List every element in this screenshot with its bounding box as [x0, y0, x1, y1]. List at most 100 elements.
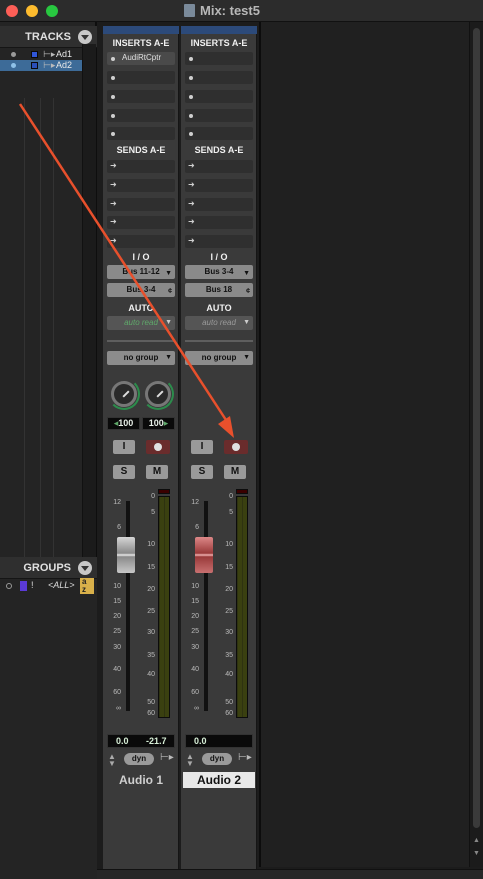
input-monitor-button[interactable]: I — [113, 440, 135, 454]
send-arrow-icon: ➜ — [110, 236, 117, 245]
input-selector[interactable]: Bus 3-4 ▼ — [185, 265, 253, 279]
insert-slot-e[interactable] — [107, 127, 175, 140]
group-selector[interactable]: no group ▼ — [107, 351, 175, 365]
volume-value: 0.0 — [116, 736, 129, 746]
tracks-title: TRACKS — [25, 31, 71, 43]
dyn-button[interactable]: dyn — [202, 753, 232, 765]
divider — [40, 98, 41, 568]
volume-display[interactable]: 0.0 -21.7 — [107, 734, 175, 748]
fader-tick: 30 — [113, 644, 121, 651]
meter-tick: 50 — [147, 699, 155, 706]
meter-scale: 0 5 10 15 20 25 30 35 40 50 60 — [141, 493, 155, 723]
input-selector[interactable]: Bus 11-12 ▼ — [107, 265, 175, 279]
updown-arrows-icon[interactable]: ▲ ▼ — [108, 753, 116, 768]
strip-color-bar — [103, 26, 179, 34]
waveform-output-icon: ⊢▸ — [160, 752, 174, 763]
pan-right-display[interactable]: 100▸ — [142, 417, 175, 430]
insert-slot-a[interactable] — [185, 52, 253, 65]
insert-slot-c[interactable] — [107, 90, 175, 103]
scrollbar-thumb[interactable] — [473, 28, 480, 828]
output-selector[interactable]: Bus 18 ¢ — [185, 283, 253, 297]
volume-fader-track[interactable] — [204, 501, 208, 711]
minimize-window-button[interactable] — [26, 5, 38, 17]
send-slot-a[interactable]: ➜ — [107, 160, 175, 173]
mixer-strip-audio-2: INSERTS A-E SENDS A-E ➜ ➜ ➜ ➜ ➜ I / O Bu… — [181, 26, 257, 871]
tracks-scrollbar[interactable] — [82, 44, 96, 572]
left-panel: TRACKS ⊢▸ Ad1 ⊢▸ Ad2 GROUPS ! <ALL> az — [0, 22, 97, 879]
updown-arrows-icon[interactable]: ▲ ▼ — [186, 753, 194, 768]
track-show-icon[interactable] — [31, 51, 38, 58]
track-list-item-ad2[interactable]: ⊢▸ Ad2 — [0, 60, 82, 71]
fader-tick: 15 — [113, 598, 121, 605]
track-name-field[interactable]: Audio 1 — [105, 772, 177, 788]
automation-mode-selector[interactable]: auto read ▼ — [107, 316, 175, 330]
send-slot-c[interactable]: ➜ — [107, 198, 175, 211]
send-slot-b[interactable]: ➜ — [107, 179, 175, 192]
send-slot-a[interactable]: ➜ — [185, 160, 253, 173]
mute-button[interactable]: M — [146, 465, 168, 479]
scroll-down-icon[interactable]: ▼ — [473, 850, 480, 857]
insert-slot-d[interactable] — [107, 109, 175, 122]
dyn-button[interactable]: dyn — [124, 753, 154, 765]
scroll-up-icon[interactable]: ▲ — [473, 837, 480, 844]
send-arrow-icon: ➜ — [188, 199, 195, 208]
slot-dot-icon — [111, 57, 115, 61]
solo-button[interactable]: S — [113, 465, 135, 479]
vertical-scrollbar[interactable]: ▲ ▼ — [469, 22, 483, 867]
send-slot-c[interactable]: ➜ — [185, 198, 253, 211]
slot-dot-icon — [111, 132, 115, 136]
fader-tick: 10 — [113, 583, 121, 590]
record-enable-button[interactable] — [224, 440, 248, 454]
inserts-title: INSERTS A-E — [112, 38, 170, 48]
meter-clip-indicator[interactable] — [158, 489, 170, 494]
solo-button[interactable]: S — [191, 465, 213, 479]
pan-knob-left[interactable] — [111, 381, 137, 407]
insert-slot-c[interactable] — [185, 90, 253, 103]
meter-clip-indicator[interactable] — [236, 489, 248, 494]
horizontal-scrollbar[interactable] — [97, 869, 483, 879]
dropdown-icon: ▼ — [165, 319, 172, 326]
track-active-icon[interactable] — [11, 52, 16, 57]
zoom-window-button[interactable] — [46, 5, 58, 17]
send-slot-e[interactable]: ➜ — [185, 235, 253, 248]
insert-slot-a[interactable]: AudiRtCptr — [107, 52, 175, 65]
input-monitor-button[interactable]: I — [191, 440, 213, 454]
meter-tick: 25 — [225, 608, 233, 615]
send-slot-b[interactable]: ➜ — [185, 179, 253, 192]
slot-dot-icon — [111, 114, 115, 118]
sort-az-icon[interactable]: az — [80, 578, 94, 594]
insert-slot-d[interactable] — [185, 109, 253, 122]
group-selector[interactable]: no group ▼ — [185, 351, 253, 365]
group-active-icon[interactable] — [6, 583, 12, 589]
volume-display[interactable]: 0.0 — [185, 734, 253, 748]
output-selector[interactable]: Bus 3-4 ¢ — [107, 283, 175, 297]
track-name-label: Ad2 — [56, 60, 73, 70]
insert-slot-b[interactable] — [107, 71, 175, 84]
record-enable-button[interactable] — [146, 440, 170, 454]
volume-fader-handle[interactable] — [195, 537, 213, 573]
volume-fader-handle[interactable] — [117, 537, 135, 573]
send-slot-e[interactable]: ➜ — [107, 235, 175, 248]
insert-slot-b[interactable] — [185, 71, 253, 84]
insert-slot-e[interactable] — [185, 127, 253, 140]
input-label: Bus 11-12 — [122, 267, 160, 276]
track-show-icon[interactable] — [31, 62, 38, 69]
pan-knob-right[interactable] — [145, 381, 171, 407]
send-slot-d[interactable]: ➜ — [107, 216, 175, 229]
tracks-menu-button[interactable] — [78, 30, 92, 44]
track-active-icon[interactable] — [11, 63, 16, 68]
sends-title: SENDS A-E — [116, 145, 166, 155]
automation-mode-selector[interactable]: auto read ▼ — [185, 316, 253, 330]
close-window-button[interactable] — [6, 5, 18, 17]
mute-button[interactable]: M — [224, 465, 246, 479]
meter-tick: 25 — [147, 608, 155, 615]
track-list-item-ad1[interactable]: ⊢▸ Ad1 — [0, 49, 82, 60]
send-slot-d[interactable]: ➜ — [185, 216, 253, 229]
groups-menu-button[interactable] — [78, 561, 92, 575]
window-title: Mix: test5 — [200, 3, 260, 18]
volume-fader-track[interactable] — [126, 501, 130, 711]
track-name-field[interactable]: Audio 2 — [183, 772, 255, 788]
pan-left-display[interactable]: ◂100 — [107, 417, 140, 430]
pan-right-value: 100 — [148, 418, 164, 428]
fader-tick: 60 — [113, 689, 121, 696]
